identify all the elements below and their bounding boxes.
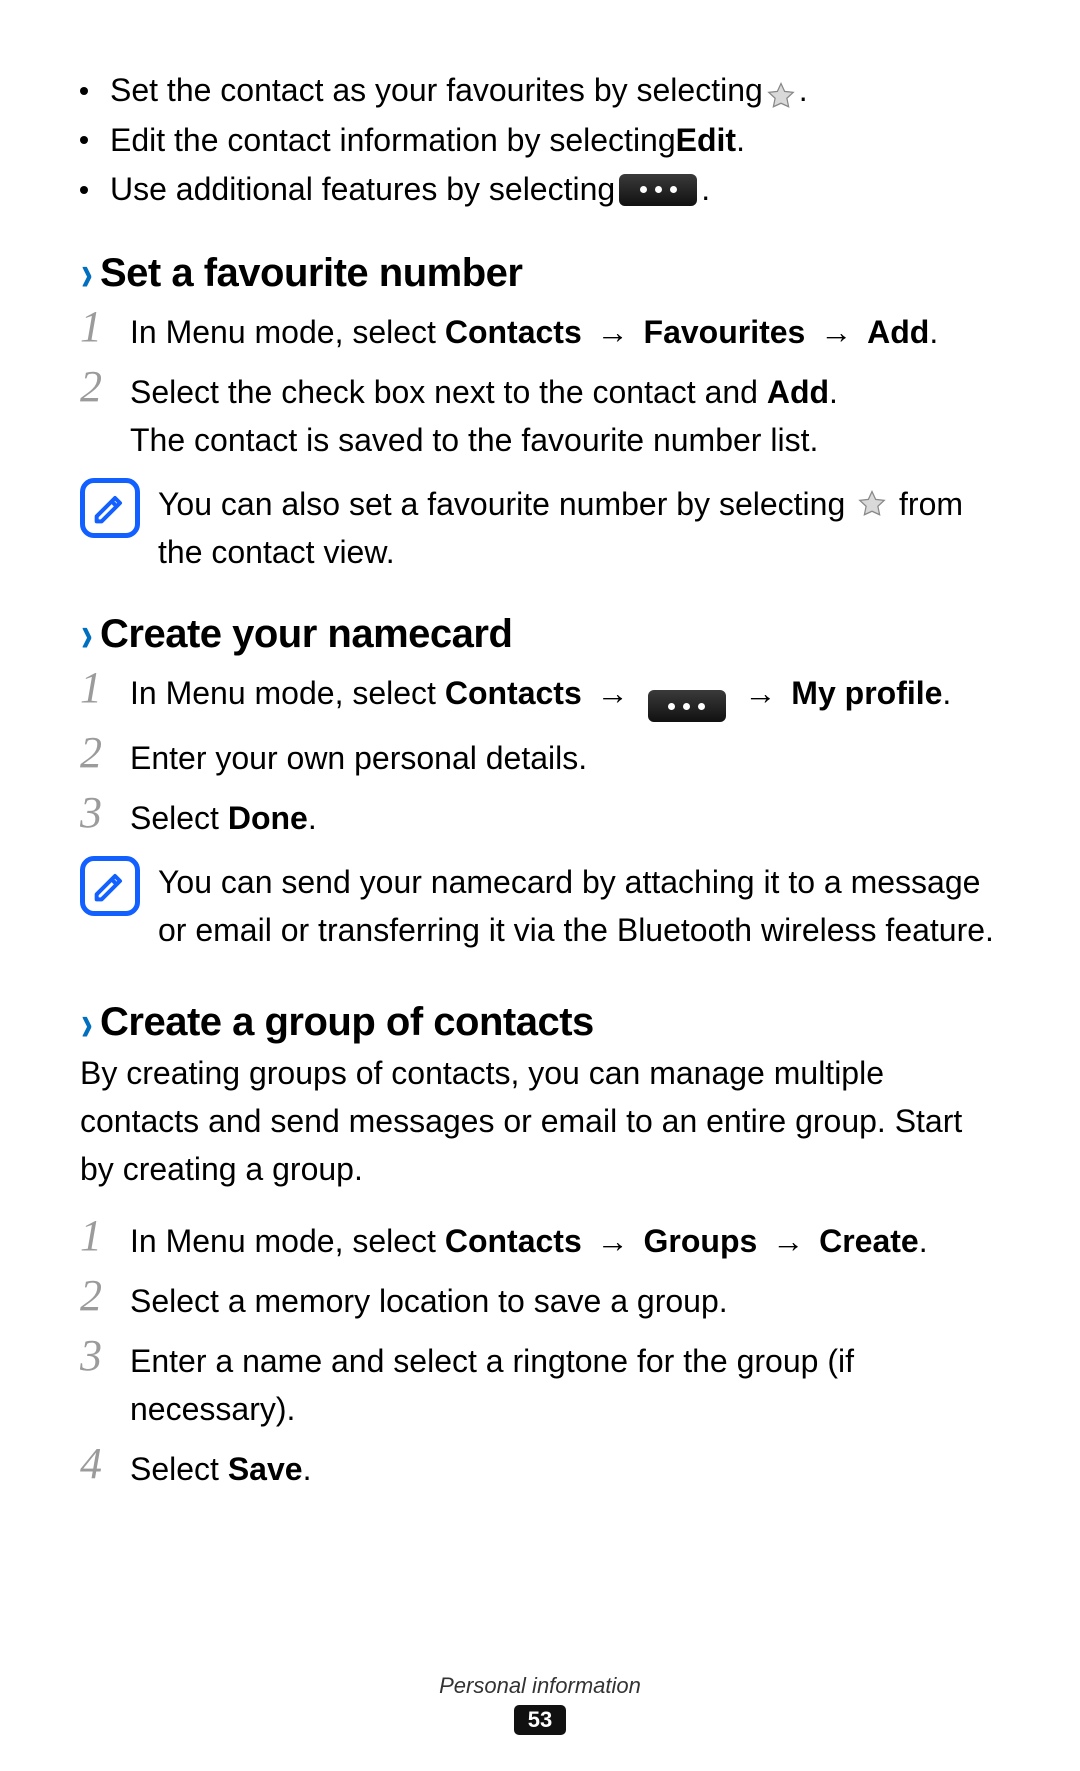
bullet-text: Use additional features by selecting	[110, 165, 615, 215]
note-body: You can also set a favourite number by s…	[158, 478, 1000, 576]
more-options-icon	[648, 690, 726, 722]
step-text: In Menu mode, select	[130, 675, 445, 711]
section-heading: › Create your namecard	[80, 612, 1000, 657]
bullet-dot-icon	[80, 87, 88, 95]
step-number: 3	[80, 790, 130, 836]
step-item: 1 In Menu mode, select Contacts → → My p…	[80, 665, 1000, 723]
bold-text: Contacts	[445, 675, 582, 711]
bullet-text: .	[736, 116, 745, 166]
step-text: Select	[130, 800, 228, 836]
step-body: Select a memory location to save a group…	[130, 1273, 728, 1325]
arrow-text: →	[588, 675, 638, 711]
step-text: Select	[130, 1451, 228, 1487]
bullet-text: .	[701, 165, 710, 215]
step-body: Enter a name and select a ringtone for t…	[130, 1333, 1000, 1433]
step-item: 1 In Menu mode, select Contacts → Groups…	[80, 1213, 1000, 1265]
star-icon	[857, 484, 887, 514]
arrow-text: →	[588, 1223, 638, 1259]
bold-text: Groups	[644, 1223, 758, 1259]
note-text: You can also set a favourite number by s…	[158, 486, 854, 522]
bold-text: Contacts	[445, 1223, 582, 1259]
step-body: Select the check box next to the contact…	[130, 364, 838, 464]
bold-text: Add	[767, 374, 829, 410]
bullet-dot-icon	[80, 136, 88, 144]
step-text: Select the check box next to the contact…	[130, 374, 767, 410]
bold-text: Favourites	[644, 314, 806, 350]
step-body: In Menu mode, select Contacts → Favourit…	[130, 304, 938, 356]
heading-text: Create your namecard	[100, 612, 512, 657]
arrow-text: →	[811, 314, 861, 350]
step-body: Enter your own personal details.	[130, 730, 587, 782]
page-footer: Personal information 53	[0, 1673, 1080, 1735]
arrow-text: →	[588, 314, 638, 350]
bold-text: Add	[867, 314, 929, 350]
step-text: .	[929, 314, 938, 350]
step-text: .	[303, 1451, 312, 1487]
section-heading: › Create a group of contacts	[80, 1000, 1000, 1045]
bold-text: Done	[228, 800, 308, 836]
intro-paragraph: By creating groups of contacts, you can …	[80, 1049, 1000, 1193]
step-item: 2 Select the check box next to the conta…	[80, 364, 1000, 464]
bold-text: Create	[819, 1223, 919, 1259]
step-text: In Menu mode, select	[130, 314, 445, 350]
step-number: 2	[80, 730, 130, 776]
step-number: 1	[80, 304, 130, 350]
step-text: .	[919, 1223, 928, 1259]
footer-section-name: Personal information	[439, 1673, 641, 1699]
bold-text: My profile	[791, 675, 942, 711]
heading-text: Create a group of contacts	[100, 1000, 594, 1045]
note-block: You can send your namecard by attaching …	[80, 856, 1000, 954]
step-number: 1	[80, 665, 130, 711]
step-body: In Menu mode, select Contacts → → My pro…	[130, 665, 951, 723]
note-icon	[80, 478, 140, 538]
step-text: .	[308, 800, 317, 836]
step-number: 3	[80, 1333, 130, 1379]
bold-text: Edit	[676, 116, 736, 166]
section-heading: › Set a favourite number	[80, 251, 1000, 296]
bullet-item: Use additional features by selecting .	[80, 165, 1000, 215]
step-body: In Menu mode, select Contacts → Groups →…	[130, 1213, 928, 1265]
chevron-right-icon: ›	[81, 609, 93, 659]
intro-bullet-list: Set the contact as your favourites by se…	[80, 66, 1000, 215]
bullet-text: Set the contact as your favourites by se…	[110, 66, 763, 116]
step-text: The contact is saved to the favourite nu…	[130, 422, 818, 458]
step-text: .	[942, 675, 951, 711]
page-number-badge: 53	[514, 1705, 566, 1735]
bullet-item: Set the contact as your favourites by se…	[80, 66, 1000, 116]
step-number: 1	[80, 1213, 130, 1259]
step-item: 3 Enter a name and select a ringtone for…	[80, 1333, 1000, 1433]
step-item: 1 In Menu mode, select Contacts → Favour…	[80, 304, 1000, 356]
note-block: You can also set a favourite number by s…	[80, 478, 1000, 576]
arrow-text: →	[736, 675, 786, 711]
step-item: 2 Enter your own personal details.	[80, 730, 1000, 782]
chevron-right-icon: ›	[81, 998, 93, 1048]
step-item: 2 Select a memory location to save a gro…	[80, 1273, 1000, 1325]
step-item: 3 Select Done.	[80, 790, 1000, 842]
bullet-text: .	[799, 66, 808, 116]
bullet-text: Edit the contact information by selectin…	[110, 116, 676, 166]
note-body: You can send your namecard by attaching …	[158, 856, 1000, 954]
star-icon	[766, 76, 796, 106]
step-body: Select Save.	[130, 1441, 311, 1493]
arrow-text: →	[763, 1223, 813, 1259]
step-number: 2	[80, 1273, 130, 1319]
bullet-item: Edit the contact information by selectin…	[80, 116, 1000, 166]
more-options-icon	[619, 174, 697, 206]
step-body: Select Done.	[130, 790, 317, 842]
bullet-dot-icon	[80, 186, 88, 194]
bold-text: Save	[228, 1451, 303, 1487]
bold-text: Contacts	[445, 314, 582, 350]
step-number: 2	[80, 364, 130, 410]
step-text: In Menu mode, select	[130, 1223, 445, 1259]
step-item: 4 Select Save.	[80, 1441, 1000, 1493]
chevron-right-icon: ›	[81, 248, 93, 298]
heading-text: Set a favourite number	[100, 251, 522, 296]
note-icon	[80, 856, 140, 916]
step-number: 4	[80, 1441, 130, 1487]
step-text: .	[829, 374, 838, 410]
